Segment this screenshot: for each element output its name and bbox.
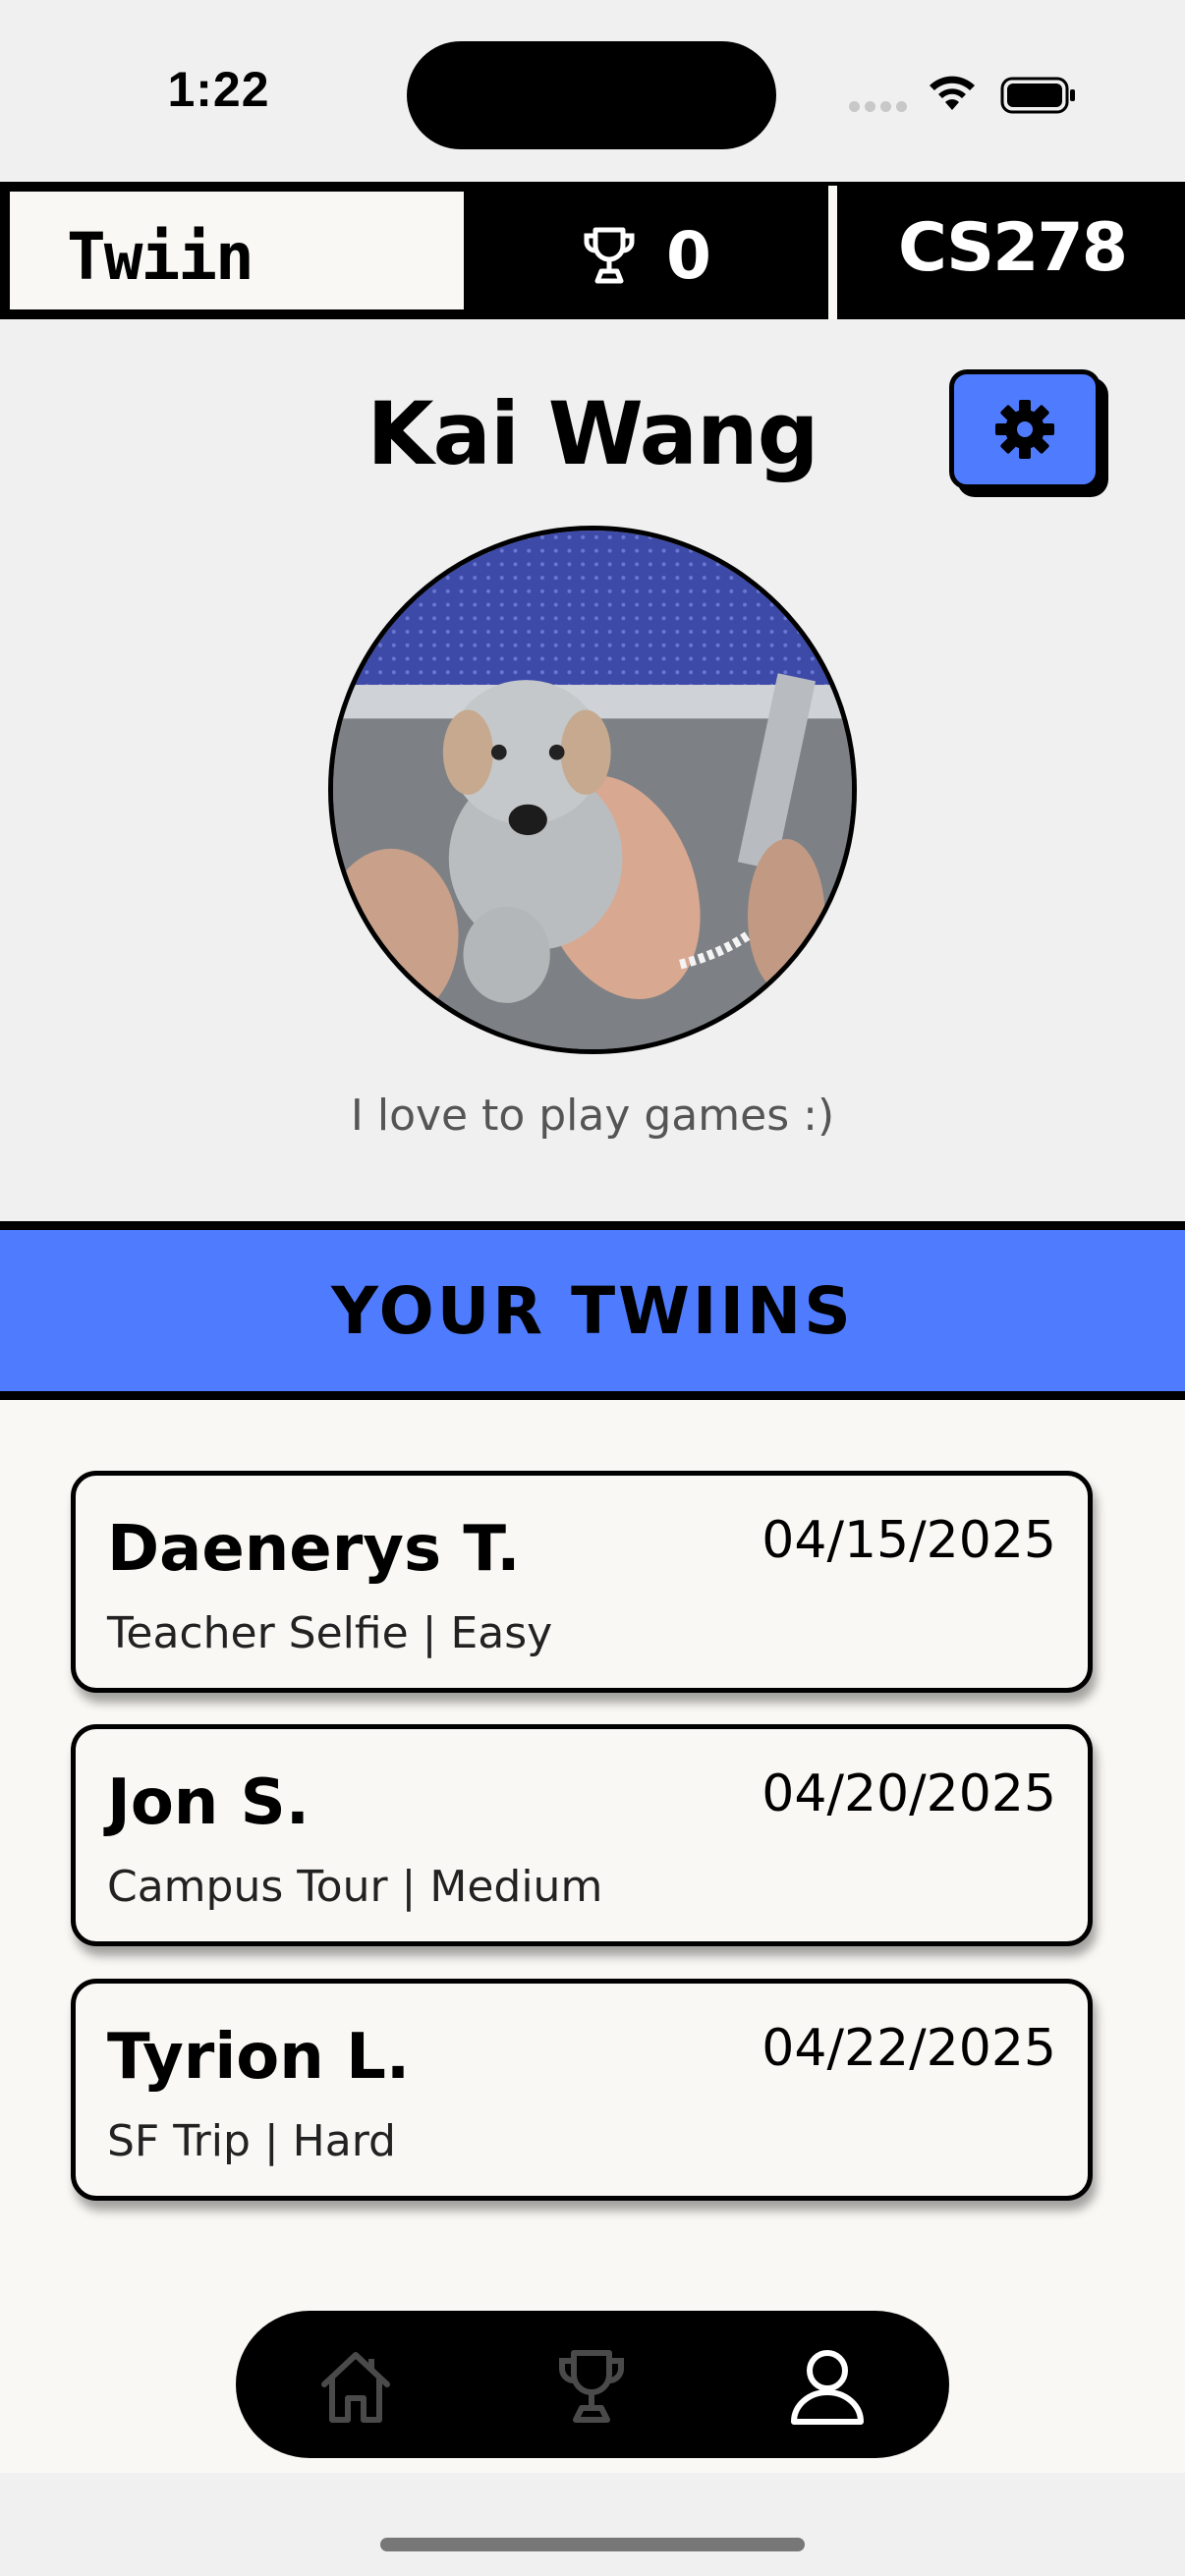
trophy-icon	[584, 227, 635, 284]
twiin-subtitle: Campus Tour | Medium	[107, 1862, 603, 1912]
twiin-card[interactable]: Daenerys T. 04/15/2025 Teacher Selfie | …	[71, 1471, 1093, 1693]
twiin-date: 04/20/2025	[762, 1764, 1056, 1823]
brand-logo: Twiin	[67, 219, 254, 295]
home-icon	[321, 2352, 390, 2423]
trophy-score: 0	[578, 218, 711, 294]
profile-name: Kai Wang	[367, 383, 818, 484]
nav-home[interactable]	[314, 2345, 397, 2428]
twiin-name: Daenerys T.	[107, 1513, 521, 1586]
profile-icon	[791, 2350, 864, 2425]
twiin-subtitle: Teacher Selfie | Easy	[107, 1608, 553, 1658]
dynamic-island	[407, 41, 776, 149]
settings-button[interactable]	[949, 369, 1100, 489]
bottom-nav	[236, 2311, 949, 2458]
battery-icon	[1000, 77, 1077, 114]
home-indicator[interactable]	[380, 2538, 805, 2551]
profile-bio: I love to play games :)	[350, 1091, 835, 1141]
twiin-date: 04/22/2025	[762, 2019, 1056, 2078]
brand-logo-box: Twiin	[10, 192, 464, 309]
course-code[interactable]: CS278	[857, 209, 1167, 287]
twiin-name: Tyrion L.	[107, 2021, 411, 2094]
twiin-date: 04/15/2025	[762, 1511, 1056, 1570]
nav-leaderboard[interactable]	[550, 2345, 633, 2428]
nav-profile[interactable]	[786, 2345, 869, 2428]
gear-icon	[995, 400, 1054, 459]
twiins-section-header: YOUR TWIINS	[0, 1221, 1185, 1400]
twiin-card[interactable]: Jon S. 04/20/2025 Campus Tour | Medium	[71, 1724, 1093, 1946]
avatar-photo	[333, 531, 852, 1049]
trophy-count: 0	[666, 217, 711, 294]
twiin-name: Jon S.	[107, 1766, 310, 1839]
status-time: 1:22	[167, 62, 270, 117]
section-title: YOUR TWIINS	[331, 1273, 854, 1349]
cellular-signal-icon	[849, 101, 908, 115]
twiin-subtitle: SF Trip | Hard	[107, 2116, 396, 2166]
trophy-icon	[559, 2350, 624, 2423]
twiin-card[interactable]: Tyrion L. 04/22/2025 SF Trip | Hard	[71, 1979, 1093, 2201]
avatar[interactable]	[328, 526, 857, 1054]
status-bar: 1:22	[0, 0, 1185, 182]
wifi-icon	[926, 73, 979, 112]
header-divider	[828, 186, 837, 319]
app-header: Twiin 0 CS278	[0, 182, 1185, 319]
